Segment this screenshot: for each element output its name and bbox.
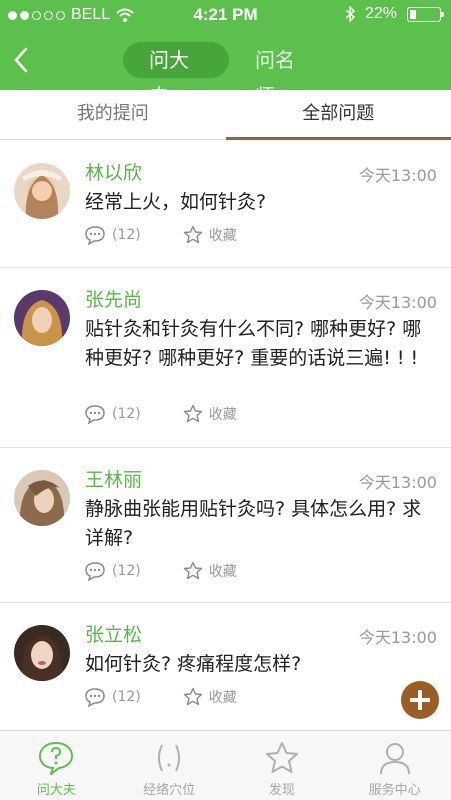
avatar [14,163,70,219]
favorite-button[interactable]: 收藏 [183,225,237,245]
favorite-label: 收藏 [208,407,237,423]
question-tabs: 我的提问 全部问题 [0,90,451,140]
question-bubble-icon [39,741,74,775]
tab-label: 问大夫 [36,783,76,798]
avatar [14,625,70,681]
tab-discover[interactable]: 发现 [226,731,339,800]
segment-control: 问大夫 问名师 [123,42,335,108]
question-text: 如何针灸? 疼痛程度怎样? [85,653,302,675]
comment-button[interactable]: (12) [84,225,141,245]
user-name: 张先尚 [85,289,143,311]
tab-label: 发现 [268,783,295,798]
question-time: 今天13:00 [358,293,437,312]
comment-icon [85,405,105,424]
tab-label: 经络穴位 [143,783,196,798]
question-item[interactable]: 张先尚 今天13:00 贴针灸和针灸有什么不同? 哪种更好? 哪种更好? 哪种更… [0,268,451,448]
favorite-label: 收藏 [208,564,237,580]
favorite-label: 收藏 [208,228,237,244]
segment-ask-doctor[interactable]: 问大夫 [123,42,229,108]
tab-my-questions[interactable]: 我的提问 [0,90,226,139]
question-text: 经常上火，如何针灸? [85,191,267,213]
tab-ask-doctor[interactable]: 问大夫 [0,731,113,800]
favorite-label: 收藏 [208,690,237,706]
status-bar: BELL 4:21 PM 22% [0,0,451,30]
tab-all-questions[interactable]: 全部问题 [225,90,451,140]
question-time: 今天13:00 [358,166,437,185]
comment-button[interactable]: (12) [84,404,141,424]
bottom-tab-bar: 问大夫 经络穴位 发现 服务中心 [0,730,451,800]
comment-icon [85,226,105,245]
user-name: 王林丽 [85,469,143,491]
favorite-button[interactable]: 收藏 [183,687,237,707]
segment-ask-master[interactable]: 问名师 [229,42,335,108]
comment-count: (12) [112,689,141,705]
question-text: 静脉曲张能用贴针灸吗? 具体怎么用? 求详解? [85,498,422,549]
question-list: 林以欣 今天13:00 经常上火，如何针灸? (12) 收藏 张先尚 今天13:… [0,141,451,730]
favorite-button[interactable]: 收藏 [183,561,237,581]
meridian-icon [158,744,181,772]
comment-button[interactable]: (12) [84,687,141,707]
battery-percent: 22% [364,5,397,22]
comment-icon [85,562,105,581]
question-text: 贴针灸和针灸有什么不同? 哪种更好? 哪种更好? 哪种更好? 重要的话说三遍! … [85,318,422,369]
comment-icon [85,688,105,707]
avatar [14,470,70,526]
star-icon [265,742,298,773]
user-icon [379,743,410,775]
star-icon [183,687,202,706]
battery-icon [407,6,444,22]
star-icon [183,404,202,423]
chevron-left-icon [14,47,28,73]
user-name: 张立松 [85,624,143,646]
user-name: 林以欣 [85,162,143,184]
star-icon [183,225,202,244]
avatar [14,290,70,346]
comment-count: (12) [112,227,141,243]
header: BELL 4:21 PM 22% 问大夫 问名师 [0,0,451,108]
star-icon [183,561,202,580]
question-item[interactable]: 林以欣 今天13:00 经常上火，如何针灸? (12) 收藏 [0,141,451,268]
bluetooth-icon [345,6,355,22]
add-question-button[interactable] [401,681,439,719]
tab-service-center[interactable]: 服务中心 [338,731,451,800]
tab-label: 服务中心 [368,783,421,798]
tab-meridians[interactable]: 经络穴位 [113,731,226,800]
comment-count: (12) [112,563,141,579]
question-time: 今天13:00 [358,628,437,647]
comment-count: (12) [112,406,141,422]
comment-button[interactable]: (12) [84,561,141,581]
question-item[interactable]: 王林丽 今天13:00 静脉曲张能用贴针灸吗? 具体怎么用? 求详解? (12)… [0,448,451,603]
question-item[interactable]: 张立松 今天13:00 如何针灸? 疼痛程度怎样? (12) 收藏 [0,603,451,730]
back-button[interactable] [10,45,34,75]
favorite-button[interactable]: 收藏 [183,404,237,424]
question-time: 今天13:00 [358,473,437,492]
